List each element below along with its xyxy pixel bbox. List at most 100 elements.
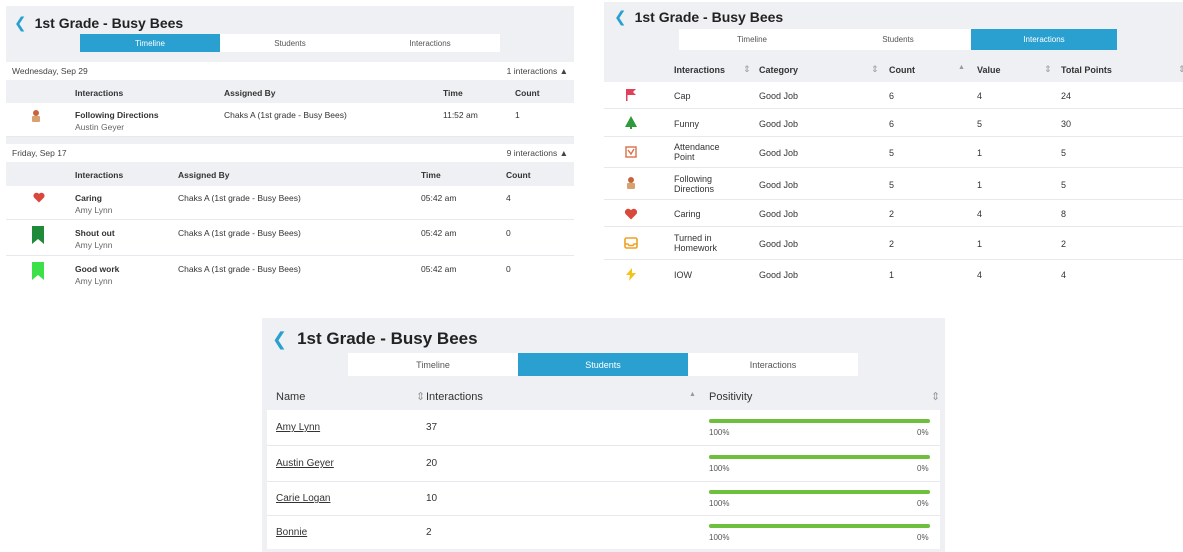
col-interactions[interactable]: Interactions <box>674 65 725 75</box>
tab-bar: Timeline Students Interactions <box>348 353 858 376</box>
date-section-header[interactable]: Friday, Sep 17 9 interactions ▲ <box>6 144 574 162</box>
panel-header: ❮ 1st Grade - Busy Bees <box>14 12 183 34</box>
sort-icon[interactable]: ⇕ <box>743 64 751 75</box>
col-time: Time <box>443 88 463 98</box>
table-row[interactable]: Caring Good Job 2 4 8 <box>604 200 1183 227</box>
col-name[interactable]: Name <box>276 391 305 403</box>
sort-icon[interactable]: ⇕ <box>931 390 940 403</box>
tab-students[interactable]: Students <box>825 29 971 50</box>
col-value[interactable]: Value <box>977 65 1001 75</box>
count: 6 <box>889 119 895 129</box>
positivity-fill <box>709 490 930 494</box>
sort-icon[interactable]: ⇕ <box>871 64 879 75</box>
value: 1 <box>977 180 983 190</box>
col-count[interactable]: Count <box>889 65 915 75</box>
sort-icon[interactable]: ⇕ <box>1178 64 1183 75</box>
count: 2 <box>889 209 895 219</box>
value: 4 <box>977 209 983 219</box>
count: 5 <box>889 180 895 190</box>
interaction-name: Shout out <box>75 228 115 238</box>
positivity-right-label: 0% <box>917 499 929 508</box>
positivity-fill <box>709 524 930 528</box>
category: Good Job <box>759 270 799 280</box>
date-label: Friday, Sep 17 <box>12 148 67 158</box>
student-name-link[interactable]: Amy Lynn <box>276 422 320 433</box>
student-name-link[interactable]: Austin Geyer <box>276 458 334 469</box>
table-row[interactable]: Good work Amy Lynn Chaks A (1st grade - … <box>6 256 574 288</box>
col-interactions: Interactions <box>75 170 124 180</box>
table-row[interactable]: Following Directions Good Job 5 1 5 <box>604 168 1183 200</box>
assigned-by: Chaks A (1st grade - Busy Bees) <box>178 193 301 203</box>
col-positivity[interactable]: Positivity <box>709 391 752 403</box>
interactions-count: 2 <box>426 527 432 538</box>
student-name-link[interactable]: Carie Logan <box>276 493 330 504</box>
back-chevron-icon[interactable]: ❮ <box>14 14 27 32</box>
collapse-icon[interactable]: ▲ <box>560 148 568 158</box>
back-chevron-icon[interactable]: ❮ <box>614 8 627 26</box>
interaction-name: Attendance Point <box>674 142 720 162</box>
count: 0 <box>506 264 511 274</box>
table-row[interactable]: Following Directions Austin Geyer Chaks … <box>6 103 574 137</box>
table-row[interactable]: Austin Geyer 20 100% 0% <box>267 446 940 482</box>
sort-asc-icon[interactable]: ▲ <box>689 391 696 398</box>
back-chevron-icon[interactable]: ❮ <box>272 329 287 350</box>
page-title: 1st Grade - Busy Bees <box>34 15 184 31</box>
table-row[interactable]: Carie Logan 10 100% 0% <box>267 482 940 516</box>
positivity-bar <box>709 455 930 459</box>
table-row[interactable]: IOW Good Job 1 4 4 <box>604 260 1183 289</box>
table-row[interactable]: Cap Good Job 6 4 24 <box>604 82 1183 109</box>
table-row[interactable]: Bonnie 2 100% 0% <box>267 516 940 549</box>
table-row[interactable]: Amy Lynn 37 100% 0% <box>267 410 940 446</box>
sort-icon[interactable]: ⇕ <box>1044 64 1052 75</box>
student-table-body: Amy Lynn 37 100% 0% Austin Geyer 20 100%… <box>267 410 940 549</box>
category: Good Job <box>759 91 799 101</box>
student-name: Austin Geyer <box>75 122 125 132</box>
category: Good Job <box>759 239 799 249</box>
value: 5 <box>977 119 983 129</box>
col-interactions[interactable]: Interactions <box>426 391 483 403</box>
table-row[interactable]: Shout out Amy Lynn Chaks A (1st grade - … <box>6 220 574 256</box>
column-header-row: Interactions Assigned By Time Count <box>6 166 574 184</box>
tab-students[interactable]: Students <box>220 34 360 52</box>
interactions-count: 20 <box>426 458 438 469</box>
tab-timeline[interactable]: Timeline <box>80 34 220 52</box>
date-section-header[interactable]: Wednesday, Sep 29 1 interactions ▲ <box>6 62 574 80</box>
interaction-name: Caring <box>75 193 102 203</box>
total-points: 5 <box>1061 148 1067 158</box>
heart-icon <box>33 192 45 203</box>
collapse-icon[interactable]: ▲ <box>560 66 568 76</box>
table-row[interactable]: Turned in Homework Good Job 2 1 2 <box>604 227 1183 260</box>
category: Good Job <box>759 180 799 190</box>
tab-timeline[interactable]: Timeline <box>679 29 825 50</box>
total-points: 5 <box>1061 180 1067 190</box>
time: 05:42 am <box>421 193 457 203</box>
col-total-points[interactable]: Total Points <box>1061 65 1112 75</box>
time: 05:42 am <box>421 264 457 274</box>
student-name: Amy Lynn <box>75 205 113 215</box>
tab-interactions[interactable]: Interactions <box>360 34 500 52</box>
tab-interactions[interactable]: Interactions <box>688 353 858 376</box>
assigned-by: Chaks A (1st grade - Busy Bees) <box>178 228 301 238</box>
interactions-summary: 9 interactions ▲ <box>506 148 568 158</box>
positivity-right-label: 0% <box>917 428 929 437</box>
col-category[interactable]: Category <box>759 65 798 75</box>
sort-icon[interactable]: ⇕ <box>416 390 425 403</box>
interactions-summary: 1 interactions ▲ <box>506 66 568 76</box>
tab-students[interactable]: Students <box>518 353 688 376</box>
student-name-link[interactable]: Bonnie <box>276 527 307 538</box>
positivity-fill <box>709 419 930 423</box>
sort-asc-icon[interactable]: ▲ <box>958 64 965 71</box>
interaction-name: Good work <box>75 264 120 274</box>
lightning-icon <box>626 268 636 281</box>
table-row[interactable]: Funny Good Job 6 5 30 <box>604 109 1183 137</box>
interaction-name: Turned in Homework <box>674 233 718 253</box>
col-count: Count <box>506 170 531 180</box>
tab-interactions[interactable]: Interactions <box>971 29 1117 50</box>
panel-header: ❮ 1st Grade - Busy Bees <box>272 326 478 352</box>
table-row[interactable]: Caring Amy Lynn Chaks A (1st grade - Bus… <box>6 186 574 220</box>
count: 5 <box>889 148 895 158</box>
heart-icon <box>624 208 638 220</box>
tab-timeline[interactable]: Timeline <box>348 353 518 376</box>
table-row[interactable]: Attendance Point Good Job 5 1 5 <box>604 137 1183 168</box>
interactions-count: 37 <box>426 422 438 433</box>
